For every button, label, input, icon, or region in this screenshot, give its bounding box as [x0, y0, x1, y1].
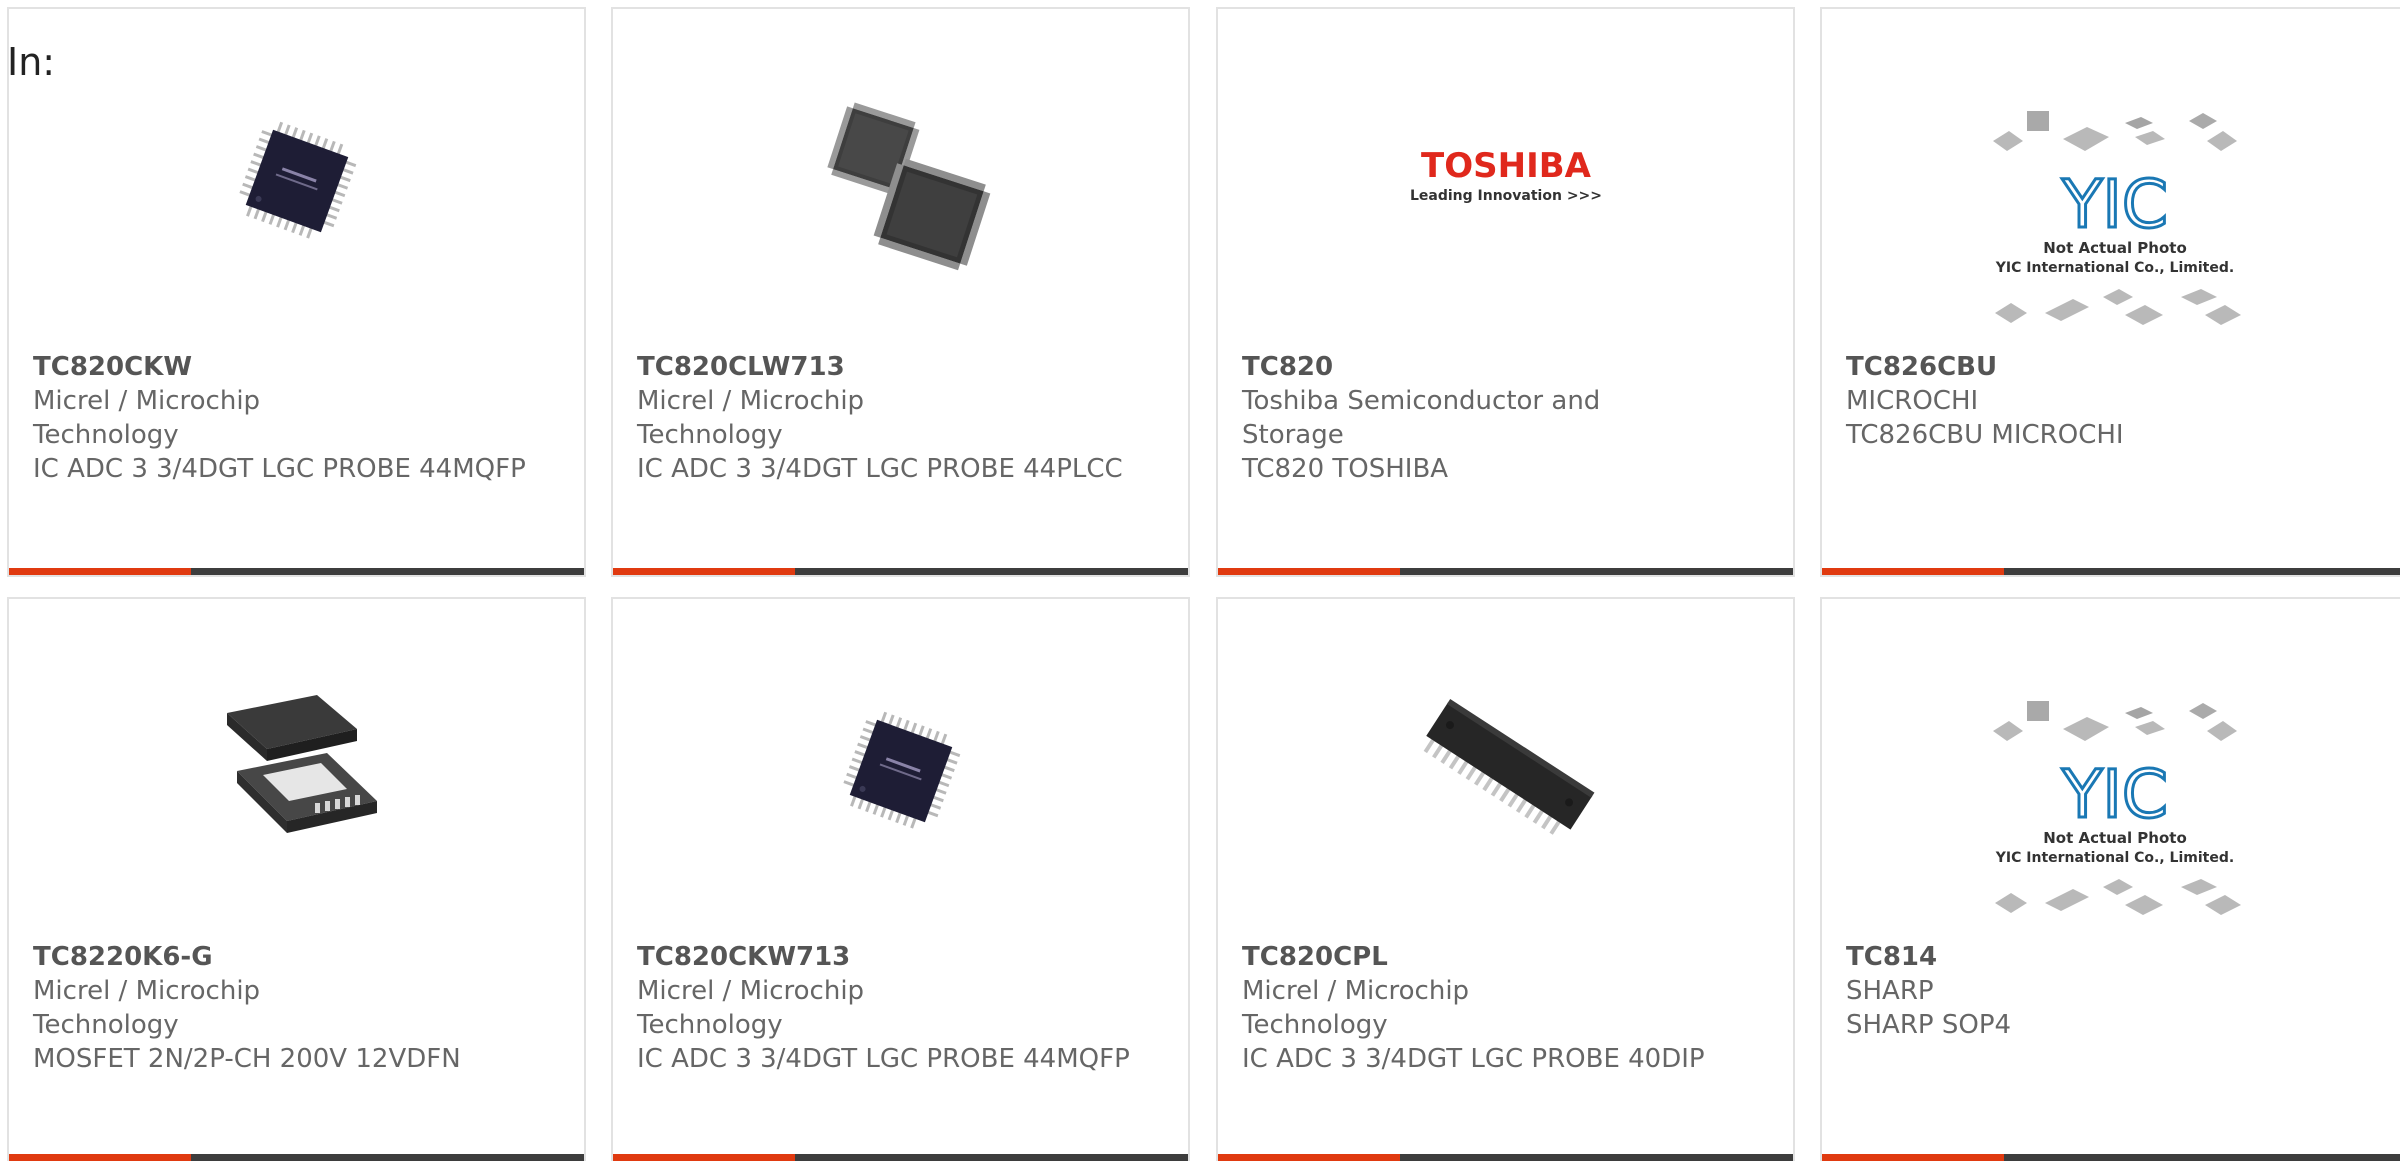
product-info: TC820CKW713 Micrel / Microchip Technolog… [637, 940, 1168, 1076]
description: MOSFET 2N/2P-CH 200V 12VDFN [33, 1044, 461, 1074]
product-card[interactable]: TOSHIBA Leading Innovation >>> TC820 Tos… [1216, 7, 1795, 577]
product-card[interactable]: TC820CKW Micrel / Microchip Technology I… [7, 7, 586, 577]
part-number-link[interactable]: TC820CLW713 [637, 350, 1168, 384]
part-number-link[interactable]: TC820CKW [33, 350, 564, 384]
card-accent-bar [1822, 1154, 2004, 1161]
product-card[interactable]: TC820CLW713 Micrel / Microchip Technolog… [611, 7, 1190, 577]
manufacturer: Micrel / Microchip Technology [33, 386, 261, 450]
dfn-chip-icon [226, 695, 377, 833]
manufacturer: Micrel / Microchip Technology [1242, 976, 1470, 1040]
card-bottom-bar [1218, 568, 1793, 575]
placeholder-photo-icon: YIC Not Actual Photo YIC International C… [1993, 111, 2241, 325]
card-accent-bar [1218, 568, 1400, 575]
card-bottom-bar [613, 568, 1188, 575]
part-number-link[interactable]: TC8220K6-G [33, 940, 564, 974]
not-actual-photo-text: Not Actual Photo [2043, 239, 2187, 257]
yic-mark-text: YIC [2061, 756, 2168, 833]
yic-company-text: YIC International Co., Limited. [1995, 260, 2234, 276]
manufacturer: Micrel / Microchip Technology [637, 976, 865, 1040]
product-info: TC820 Toshiba Semiconductor and Storage … [1242, 350, 1773, 486]
product-card[interactable]: TC820CPL Micrel / Microchip Technology I… [1216, 597, 1795, 1161]
card-bottom-bar [1822, 1154, 2400, 1161]
product-info: TC820CKW Micrel / Microchip Technology I… [33, 350, 564, 486]
part-number-link[interactable]: TC814 [1846, 940, 2388, 974]
card-bottom-bar [1822, 568, 2400, 575]
card-accent-bar [613, 1154, 795, 1161]
part-number-link[interactable]: TC820CPL [1242, 940, 1773, 974]
part-number-link[interactable]: TC826CBU [1846, 350, 2388, 384]
product-image[interactable] [1405, 671, 1606, 871]
manufacturer: Micrel / Microchip Technology [637, 386, 865, 450]
description: IC ADC 3 3/4DGT LGC PROBE 44MQFP [33, 454, 526, 484]
placeholder-photo-icon: YIC Not Actual Photo YIC International C… [1993, 701, 2241, 915]
description: IC ADC 3 3/4DGT LGC PROBE 44MQFP [637, 1044, 1130, 1074]
product-image[interactable] [196, 671, 397, 871]
card-accent-bar [1218, 1154, 1400, 1161]
product-info: TC8220K6-G Micrel / Microchip Technology… [33, 940, 564, 1076]
description: IC ADC 3 3/4DGT LGC PROBE 40DIP [1242, 1044, 1705, 1074]
yic-company-text: YIC International Co., Limited. [1995, 850, 2234, 866]
product-info: TC820CLW713 Micrel / Microchip Technolog… [637, 350, 1168, 486]
product-card[interactable]: TC8220K6-G Micrel / Microchip Technology… [7, 597, 586, 1161]
product-image[interactable]: TOSHIBA Leading Innovation >>> [1405, 81, 1606, 281]
description: TC820 TOSHIBA [1242, 454, 1449, 484]
toshiba-tagline-text: Leading Innovation >>> [1409, 188, 1601, 204]
card-bottom-bar [613, 1154, 1188, 1161]
card-accent-bar [9, 1154, 191, 1161]
card-bottom-bar [9, 1154, 584, 1161]
product-image[interactable] [800, 671, 1001, 871]
card-bottom-bar [9, 568, 584, 575]
product-info: TC820CPL Micrel / Microchip Technology I… [1242, 940, 1773, 1076]
card-accent-bar [9, 568, 191, 575]
product-card[interactable]: YIC Not Actual Photo YIC International C… [1820, 597, 2400, 1161]
description: IC ADC 3 3/4DGT LGC PROBE 44PLCC [637, 454, 1123, 484]
manufacturer: Micrel / Microchip Technology [33, 976, 261, 1040]
card-accent-bar [613, 568, 795, 575]
toshiba-logo: TOSHIBA Leading Innovation >>> [1409, 146, 1601, 204]
product-info: TC826CBU MICROCHI TC826CBU MICROCHI [1846, 350, 2388, 452]
part-number-link[interactable]: TC820 [1242, 350, 1773, 384]
not-actual-photo-text: Not Actual Photo [2043, 829, 2187, 847]
filter-in-label: In: [7, 40, 56, 84]
product-card[interactable]: TC820CKW713 Micrel / Microchip Technolog… [611, 597, 1190, 1161]
product-image[interactable] [196, 81, 397, 281]
manufacturer: SHARP [1846, 976, 1934, 1006]
product-grid-page: In: TC820CKW Micrel / Microchip Technolo… [0, 0, 2400, 1161]
qfp-chip-icon [238, 121, 356, 239]
product-info: TC814 SHARP SHARP SOP4 [1846, 940, 2388, 1042]
card-accent-bar [1822, 568, 2004, 575]
description: SHARP SOP4 [1846, 1010, 2012, 1040]
product-image[interactable] [800, 81, 1001, 281]
plcc-chip-icon [826, 102, 990, 271]
yic-mark-text: YIC [2061, 166, 2168, 243]
description: TC826CBU MICROCHI [1846, 420, 2124, 450]
manufacturer: MICROCHI [1846, 386, 1979, 416]
product-image[interactable]: YIC Not Actual Photo YIC International C… [1975, 93, 2255, 353]
qfp-chip-icon [842, 711, 960, 829]
toshiba-brand-text: TOSHIBA [1421, 146, 1592, 186]
manufacturer: Toshiba Semiconductor and Storage [1242, 386, 1601, 450]
product-image[interactable]: YIC Not Actual Photo YIC International C… [1975, 683, 2255, 943]
part-number-link[interactable]: TC820CKW713 [637, 940, 1168, 974]
dip-chip-icon [1423, 699, 1594, 835]
card-bottom-bar [1218, 1154, 1793, 1161]
product-card[interactable]: YIC Not Actual Photo YIC International C… [1820, 7, 2400, 577]
